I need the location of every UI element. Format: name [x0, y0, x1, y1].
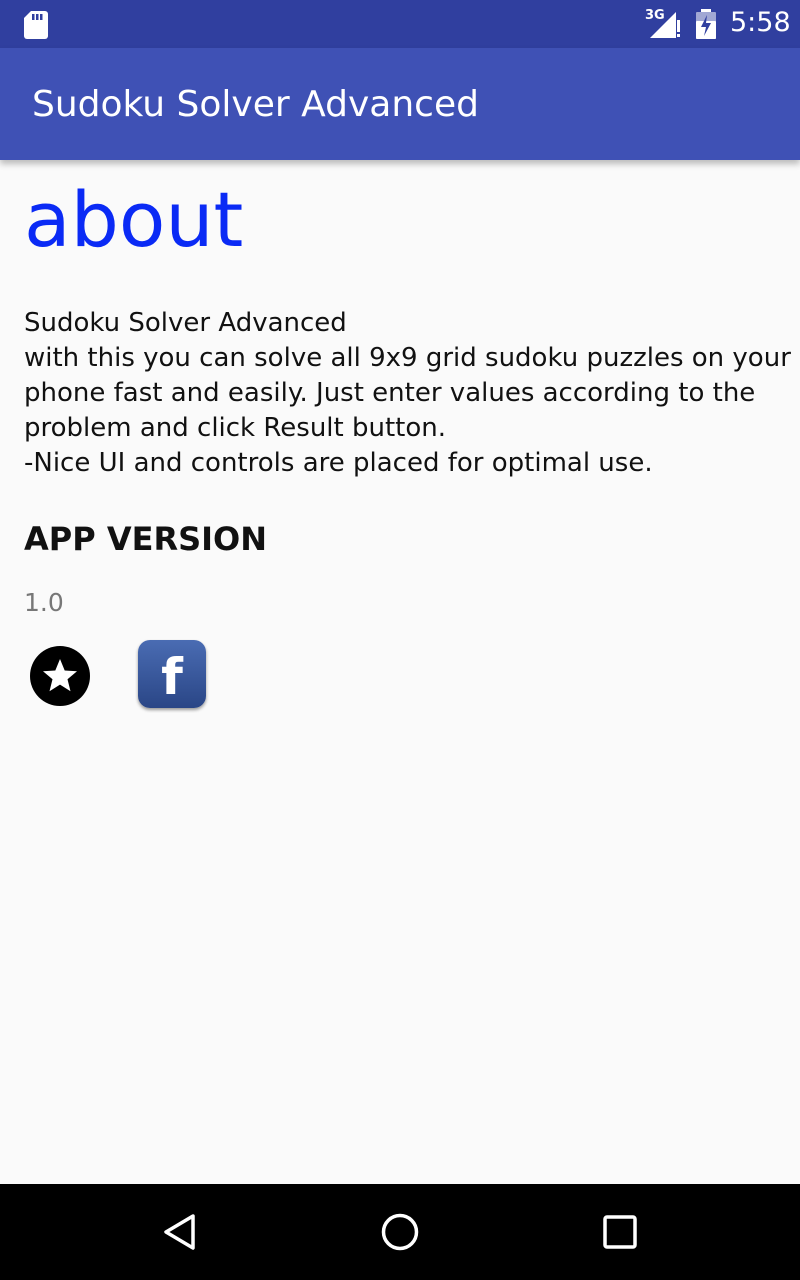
app-description: Sudoku Solver Advanced with this you can…: [24, 308, 791, 478]
battery-charging-icon: [696, 9, 716, 39]
signal-icon: [650, 12, 680, 38]
star-icon: [43, 659, 77, 692]
app-title: Sudoku Solver Advanced: [32, 84, 479, 125]
status-bar: 3G 5:58: [0, 0, 800, 48]
sd-card-icon: [24, 11, 48, 39]
home-icon[interactable]: [380, 1212, 420, 1252]
clock: 5:58: [730, 7, 791, 38]
facebook-icon: f: [161, 648, 183, 706]
back-icon[interactable]: [160, 1212, 200, 1252]
recents-icon[interactable]: [600, 1212, 640, 1252]
navigation-bar: [0, 1184, 800, 1280]
facebook-button[interactable]: f: [138, 640, 206, 708]
rate-button[interactable]: [30, 646, 90, 706]
app-bar: Sudoku Solver Advanced: [0, 48, 800, 160]
app-version-value: 1.0: [24, 588, 64, 617]
app-version-label: APP VERSION: [24, 520, 268, 558]
page-heading: about: [24, 175, 244, 264]
